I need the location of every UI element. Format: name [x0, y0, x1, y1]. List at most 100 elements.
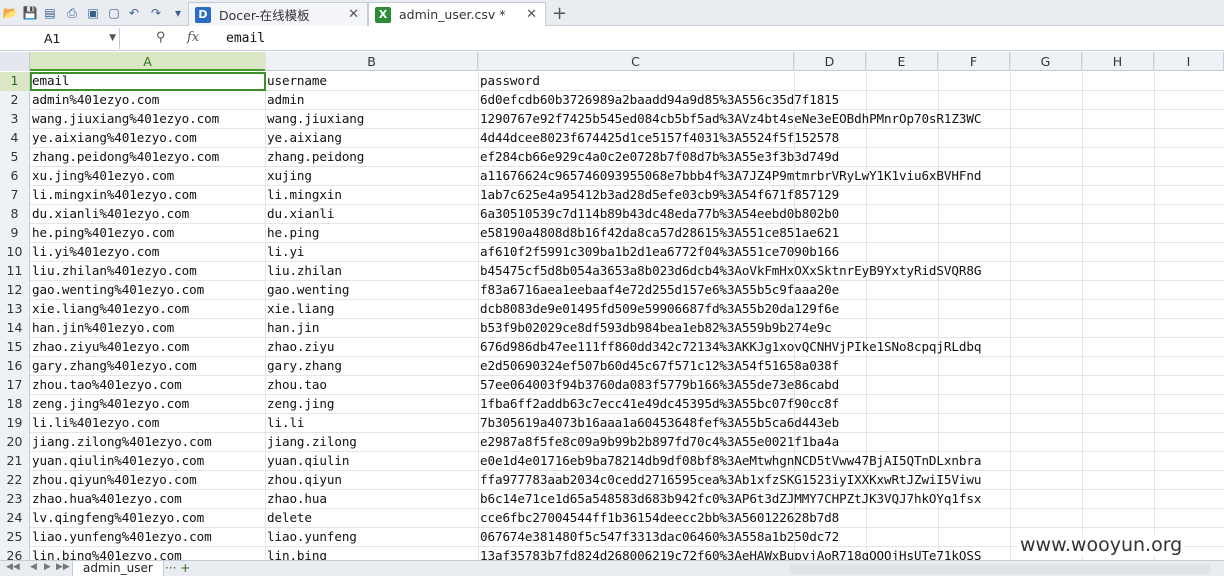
cell-password[interactable]: password [478, 72, 540, 90]
row-number[interactable]: 8 [0, 205, 30, 224]
cell-email[interactable]: yuan.qiulin%401ezyo.com [30, 452, 265, 470]
cell-password[interactable]: cce6fbc27004544ff1b36154deecc2bb%3A56012… [478, 509, 839, 527]
row-number[interactable]: 5 [0, 148, 30, 167]
name-box[interactable]: A1 ▼ [0, 28, 120, 49]
cell-username[interactable]: wang.jiuxiang [265, 110, 478, 128]
select-all-corner[interactable] [0, 52, 30, 71]
prev-sheet-icon[interactable]: ◀ [30, 562, 37, 572]
cell-email[interactable]: li.li%401ezyo.com [30, 414, 265, 432]
row-number[interactable]: 12 [0, 281, 30, 300]
cell-password[interactable]: dcb8083de9e01495fd509e59906687fd%3A55b20… [478, 300, 839, 318]
cell-username[interactable]: zeng.jing [265, 395, 478, 413]
row-number[interactable]: 4 [0, 129, 30, 148]
fx-icon[interactable]: fx [187, 30, 199, 45]
cell-email[interactable]: zhang.peidong%401ezyo.com [30, 148, 265, 166]
cell-username[interactable]: li.yi [265, 243, 478, 261]
cell-password[interactable]: ffa977783aab2034c0cedd2716595cea%3Ab1xfz… [478, 471, 981, 489]
cell-password[interactable]: 13af35783b7fd824d268006219c72f60%3AeHAWx… [478, 547, 981, 560]
row-number[interactable]: 23 [0, 490, 30, 509]
cell-username[interactable]: gary.zhang [265, 357, 478, 375]
redo-icon[interactable]: ↷ [146, 3, 166, 23]
column-header-f[interactable]: F [938, 52, 1010, 71]
row-number[interactable]: 26 [0, 547, 30, 560]
cell-email[interactable]: du.xianli%401ezyo.com [30, 205, 265, 223]
cell-username[interactable]: he.ping [265, 224, 478, 242]
cell-email[interactable]: zhou.tao%401ezyo.com [30, 376, 265, 394]
print-preview-icon[interactable]: ▣ [83, 3, 103, 23]
tab-admin-user-csv[interactable]: X admin_user.csv * ✕ [368, 2, 546, 26]
cell-username[interactable]: zhou.tao [265, 376, 478, 394]
new-tab-icon[interactable]: + [552, 3, 567, 24]
cell-username[interactable]: liu.zhilan [265, 262, 478, 280]
cell-email[interactable]: liao.yunfeng%401ezyo.com [30, 528, 265, 546]
cell-username[interactable]: yuan.qiulin [265, 452, 478, 470]
row-number[interactable]: 21 [0, 452, 30, 471]
cell-email[interactable]: xu.jing%401ezyo.com [30, 167, 265, 185]
row-number[interactable]: 13 [0, 300, 30, 319]
cell-email[interactable]: lv.qingfeng%401ezyo.com [30, 509, 265, 527]
export-pdf-icon[interactable]: ▤ [40, 3, 60, 23]
cell-username[interactable]: lin.bing [265, 547, 478, 560]
cell-email[interactable]: ye.aixiang%401ezyo.com [30, 129, 265, 147]
row-number[interactable]: 22 [0, 471, 30, 490]
first-sheet-icon[interactable]: ◀◀ [6, 562, 20, 572]
cell-email[interactable]: gao.wenting%401ezyo.com [30, 281, 265, 299]
tab-docer[interactable]: D Docer-在线模板 ✕ [188, 2, 368, 26]
column-header-e[interactable]: E [866, 52, 938, 71]
column-header-b[interactable]: B [266, 52, 478, 71]
cell-password[interactable]: b45475cf5d8b054a3653a8b023d6dcb4%3AoVkFm… [478, 262, 981, 280]
cell-password[interactable]: 067674e381480f5c547f3313dac06460%3A558a1… [478, 528, 839, 546]
cell-password[interactable]: 57ee064003f94b3760da083f5779b166%3A55de7… [478, 376, 839, 394]
cell-password[interactable]: af610f2f5991c309ba1b2d1ea6772f04%3A551ce… [478, 243, 839, 261]
print-icon[interactable]: ⎙ [62, 3, 82, 23]
horizontal-scrollbar[interactable] [790, 564, 1210, 574]
column-header-i[interactable]: I [1154, 52, 1224, 71]
column-header-c[interactable]: C [478, 52, 794, 71]
cell-username[interactable]: li.li [265, 414, 478, 432]
row-number[interactable]: 16 [0, 357, 30, 376]
chevron-down-icon[interactable]: ▼ [109, 28, 116, 49]
cell-password[interactable]: e0e1d4e01716eb9ba78214db9df08bf8%3AeMtwh… [478, 452, 981, 470]
column-header-a[interactable]: A [30, 52, 266, 71]
page-icon[interactable]: ▢ [104, 3, 124, 23]
cell-username[interactable]: zhou.qiyun [265, 471, 478, 489]
cell-email[interactable]: gary.zhang%401ezyo.com [30, 357, 265, 375]
cell-password[interactable]: 6d0efcdb60b3726989a2baadd94a9d85%3A556c3… [478, 91, 839, 109]
add-sheet-button[interactable]: ··· + [165, 561, 190, 575]
cell-password[interactable]: f83a6716aea1eebaaf4e72d255d157e6%3A55b5c… [478, 281, 839, 299]
cell-username[interactable]: liao.yunfeng [265, 528, 478, 546]
cell-password[interactable]: b6c14e71ce1d65a548583d683b942fc0%3AP6t3d… [478, 490, 981, 508]
cell-username[interactable]: xie.liang [265, 300, 478, 318]
cell-email[interactable]: he.ping%401ezyo.com [30, 224, 265, 242]
cell-password[interactable]: 6a30510539c7d114b89b43dc48eda77b%3A54eeb… [478, 205, 839, 223]
cell-email[interactable]: xie.liang%401ezyo.com [30, 300, 265, 318]
cell-username[interactable]: jiang.zilong [265, 433, 478, 451]
cell-username[interactable]: xujing [265, 167, 478, 185]
cell-email[interactable]: wang.jiuxiang%401ezyo.com [30, 110, 265, 128]
row-number[interactable]: 3 [0, 110, 30, 129]
row-number[interactable]: 7 [0, 186, 30, 205]
cell-password[interactable]: 7b305619a4073b16aaa1a60453648fef%3A55b5c… [478, 414, 839, 432]
column-header-g[interactable]: G [1010, 52, 1082, 71]
row-number[interactable]: 6 [0, 167, 30, 186]
cell-username[interactable]: zhang.peidong [265, 148, 478, 166]
folder-icon[interactable]: 📂 [0, 3, 20, 23]
row-number[interactable]: 9 [0, 224, 30, 243]
formula-input[interactable]: email [226, 29, 265, 49]
cell-email[interactable]: zeng.jing%401ezyo.com [30, 395, 265, 413]
column-header-h[interactable]: H [1082, 52, 1154, 71]
row-number[interactable]: 17 [0, 376, 30, 395]
cell-password[interactable]: 1fba6ff2addb63c7ecc41e49dc45395d%3A55bc0… [478, 395, 839, 413]
cell-password[interactable]: e58190a4808d8b16f42da8ca57d28615%3A551ce… [478, 224, 839, 242]
cell-password[interactable]: b53f9b02029ce8df593db984bea1eb82%3A559b9… [478, 319, 832, 337]
row-number[interactable]: 25 [0, 528, 30, 547]
cell-password[interactable]: 4d44dcee8023f674425d1ce5157f4031%3A5524f… [478, 129, 839, 147]
next-sheet-icon[interactable]: ▶ [44, 562, 51, 572]
cell-password[interactable]: ef284cb66e929c4a0c2e0728b7f08d7b%3A55e3f… [478, 148, 839, 166]
cell-email[interactable]: li.mingxin%401ezyo.com [30, 186, 265, 204]
cell-password[interactable]: 1290767e92f7425b545ed084cb5bf5ad%3AVz4bt… [478, 110, 981, 128]
cell-email[interactable]: jiang.zilong%401ezyo.com [30, 433, 265, 451]
cell-username[interactable]: zhao.ziyu [265, 338, 478, 356]
row-number[interactable]: 10 [0, 243, 30, 262]
cell-username[interactable]: han.jin [265, 319, 478, 337]
